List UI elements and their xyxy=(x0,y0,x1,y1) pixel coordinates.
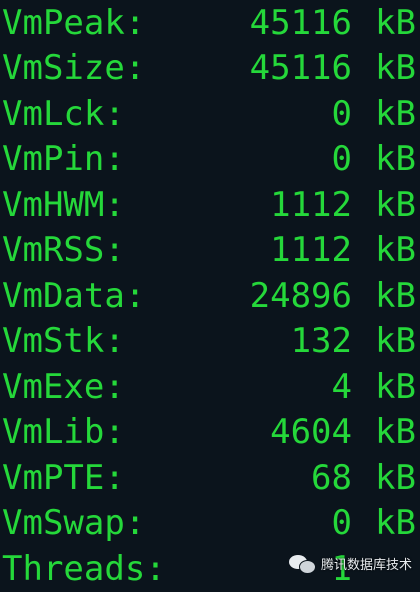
terminal-window: VmPeak: 45116 kB VmSize: 45116 kB VmLck:… xyxy=(0,0,420,592)
status-value: 68 xyxy=(311,458,352,498)
status-unit: kB xyxy=(375,276,416,316)
status-row-vmhwm: VmHWM: 1112 kB xyxy=(0,182,420,228)
status-row-vmstk: VmStk: 132 kB xyxy=(0,318,420,364)
status-key: VmPin: xyxy=(2,139,125,179)
status-unit: kB xyxy=(375,48,416,88)
watermark: 腾讯数据库技术 xyxy=(288,548,412,578)
status-unit: kB xyxy=(375,139,416,179)
status-value: 1112 xyxy=(270,230,352,270)
status-value: 132 xyxy=(290,321,352,361)
status-value: 1112 xyxy=(270,185,352,225)
status-row-vmpte: VmPTE: 68 kB xyxy=(0,455,420,501)
status-row-vmsize: VmSize: 45116 kB xyxy=(0,45,420,91)
watermark-text: 腾讯数据库技术 xyxy=(320,557,412,573)
status-key: VmRSS: xyxy=(2,230,125,270)
status-key: VmPTE: xyxy=(2,458,125,498)
status-unit: kB xyxy=(375,185,416,225)
status-value: 45116 xyxy=(249,48,352,88)
status-unit: kB xyxy=(375,458,416,498)
wechat-icon xyxy=(288,552,316,574)
status-value: 0 xyxy=(331,503,352,543)
status-value: 4604 xyxy=(270,412,352,452)
status-unit: kB xyxy=(375,94,416,134)
status-key: VmLib: xyxy=(2,412,125,452)
status-row-vmpeak: VmPeak: 45116 kB xyxy=(0,0,420,46)
status-unit: kB xyxy=(375,503,416,543)
status-unit: kB xyxy=(375,321,416,361)
status-key: VmLck: xyxy=(2,94,125,134)
status-row-vmlib: VmLib: 4604 kB xyxy=(0,409,420,455)
status-row-vmswap: VmSwap: 0 kB xyxy=(0,500,420,546)
status-value: 0 xyxy=(331,139,352,179)
status-unit: kB xyxy=(375,367,416,407)
status-key: VmSwap: xyxy=(2,503,146,543)
status-key: VmPeak: xyxy=(2,3,146,43)
status-key: Threads: xyxy=(2,549,166,589)
status-row-vmlck: VmLck: 0 kB xyxy=(0,91,420,137)
status-unit: kB xyxy=(375,230,416,270)
status-key: VmData: xyxy=(2,276,146,316)
status-row-vmpin: VmPin: 0 kB xyxy=(0,136,420,182)
status-value: 0 xyxy=(331,94,352,134)
status-row-vmrss: VmRSS: 1112 kB xyxy=(0,227,420,273)
status-value: 45116 xyxy=(249,3,352,43)
status-value: 4 xyxy=(331,367,352,407)
status-key: VmHWM: xyxy=(2,185,125,225)
status-key: VmSize: xyxy=(2,48,146,88)
status-value: 24896 xyxy=(249,276,352,316)
status-unit: kB xyxy=(375,3,416,43)
status-row-vmexe: VmExe: 4 kB xyxy=(0,364,420,410)
status-unit: kB xyxy=(375,412,416,452)
status-row-vmdata: VmData: 24896 kB xyxy=(0,273,420,319)
status-key: VmStk: xyxy=(2,321,125,361)
status-key: VmExe: xyxy=(2,367,125,407)
